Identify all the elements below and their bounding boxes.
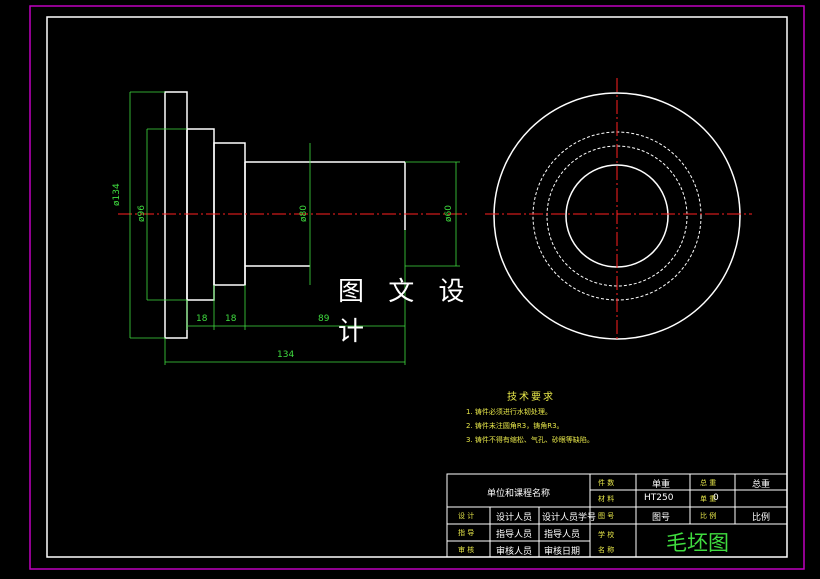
qty-value: 单重: [652, 480, 671, 490]
material-value: HT250: [644, 493, 674, 503]
guide-person-2: 指导人员: [544, 530, 581, 540]
drawing-no-value: 图号: [652, 513, 671, 523]
guide-person: 指导人员: [496, 530, 533, 540]
total-value: 总重: [752, 480, 771, 490]
design-person: 设计人员: [496, 513, 533, 523]
scale-value: 比例: [752, 513, 771, 523]
weight-value: 0: [713, 493, 719, 503]
scale-label: 比 例: [700, 512, 717, 520]
guide-label: 指 导: [458, 529, 475, 537]
design-id: 设计人员学号: [542, 513, 597, 523]
review-label: 审 核: [458, 546, 475, 554]
name-label: 名 称: [598, 546, 615, 554]
drawing-no-label: 图 号: [598, 512, 615, 520]
material-label: 材 料: [598, 495, 615, 503]
drawing-name: 毛坯图: [666, 531, 729, 555]
design-label: 设 计: [458, 512, 475, 520]
review-person: 审核人员: [496, 547, 533, 557]
school-label: 学 校: [598, 531, 615, 539]
review-date: 审核日期: [544, 547, 581, 557]
org-name: 单位和课程名称: [487, 489, 551, 499]
qty-label: 件 数: [598, 479, 615, 487]
watermark: 图 文 设 计: [338, 277, 473, 347]
dimension-lines: [129, 91, 460, 365]
total-label: 总 重: [700, 479, 717, 487]
